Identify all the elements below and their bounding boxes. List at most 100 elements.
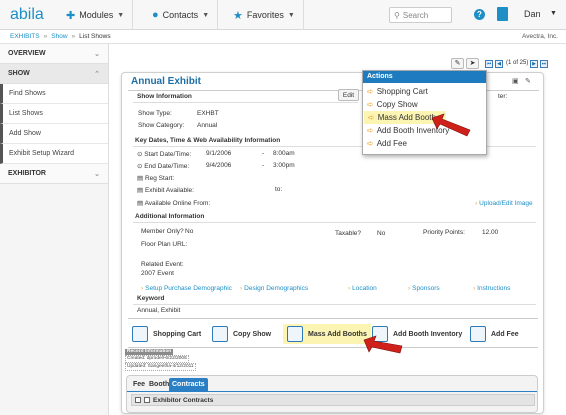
- prev-page-icon[interactable]: ◀: [495, 60, 503, 68]
- breadcrumb: EXHIBITS » Show » List Shows Avectra, In…: [0, 30, 566, 44]
- sidebar-group-label: OVERVIEW: [8, 50, 46, 57]
- mass-add-booths-button[interactable]: Mass Add Booths: [283, 324, 371, 344]
- menu-item-label: Copy Show: [376, 100, 418, 109]
- page-title: Annual Exhibit: [131, 76, 201, 87]
- shopping-cart-icon: [132, 326, 148, 342]
- sidebar-item-list-shows[interactable]: List Shows: [0, 104, 108, 124]
- modules-menu[interactable]: ✚ Modules ▼: [58, 0, 134, 30]
- sponsors-link[interactable]: › Sponsors: [408, 285, 440, 292]
- available-online-label: ▤ Available Online From:: [137, 199, 210, 207]
- breadcrumb-separator: »: [71, 33, 76, 40]
- chevron-down-icon[interactable]: ▼: [550, 10, 557, 17]
- menu-item-copy-show[interactable]: ➪ Copy Show: [363, 98, 486, 111]
- next-page-icon[interactable]: ▶: [530, 60, 538, 68]
- sidebar-item-exhibit-setup-wizard[interactable]: Exhibit Setup Wizard: [0, 144, 108, 164]
- chevron-down-icon: ▼: [117, 11, 125, 19]
- search-placeholder: Search: [402, 10, 429, 20]
- setup-purchase-demographic-link[interactable]: › Setup Purchase Demographic: [141, 285, 232, 292]
- shopping-cart-button[interactable]: Shopping Cart: [132, 324, 201, 344]
- reg-start-label: ▤ Reg Start:: [137, 174, 174, 182]
- record-created: Created: dprodell-6/22/2006: [125, 355, 189, 363]
- top-bar: abila ✚ Modules ▼ ● Contacts ▼ ★ Favorit…: [0, 0, 566, 30]
- section-key-dates: Key Dates, Time & Web Availability Infor…: [135, 137, 281, 144]
- wrench-icon[interactable]: ✎: [525, 77, 531, 85]
- end-date-value: 9/4/2006: [206, 162, 232, 169]
- action-label: Shopping Cart: [153, 330, 202, 338]
- calendar-icon: ▤: [137, 175, 145, 182]
- search-input[interactable]: ⚲ Search: [389, 7, 452, 23]
- link-text: Design Demographics: [244, 285, 309, 292]
- copy-show-button[interactable]: Copy Show: [212, 324, 271, 344]
- sidebar-group-show[interactable]: SHOW ⌃: [0, 64, 108, 84]
- location-link[interactable]: › Location: [348, 285, 377, 292]
- date-dash: -: [262, 162, 265, 169]
- last-page-icon[interactable]: ⏭: [540, 60, 548, 68]
- member-only-value: No: [185, 228, 194, 235]
- upload-image-link[interactable]: › Upload/Edit Image: [475, 200, 533, 207]
- divider: [127, 391, 537, 392]
- to-label: to:: [275, 186, 283, 193]
- arrow-right-icon: ›: [473, 285, 476, 292]
- link-text: Sponsors: [412, 285, 440, 292]
- help-icon[interactable]: ?: [474, 9, 485, 20]
- sidebar-group-label: SHOW: [8, 70, 30, 77]
- section-show-information: Show Information: [137, 93, 192, 100]
- breadcrumb-exhibits[interactable]: EXHIBITS: [10, 33, 40, 40]
- breadcrumb-separator: »: [43, 33, 48, 40]
- section-additional-information: Additional Information: [135, 213, 205, 220]
- edit-pencil-icon[interactable]: ✎: [451, 58, 464, 69]
- sidebar-item-find-shows[interactable]: Find Shows: [0, 84, 108, 104]
- arrow-right-icon: ➪: [367, 87, 374, 96]
- add-fee-button[interactable]: Add Fee: [470, 324, 519, 344]
- design-demographics-link[interactable]: › Design Demographics: [240, 285, 308, 292]
- arrow-right-icon: ➪: [367, 126, 374, 135]
- related-event-value: 2007 Event: [141, 270, 174, 277]
- instructions-link[interactable]: › Instructions: [473, 285, 510, 292]
- first-page-icon[interactable]: ⏮: [485, 60, 493, 68]
- modules-label: Modules: [79, 10, 114, 20]
- star-icon: ★: [233, 9, 243, 22]
- checkbox-icon[interactable]: [144, 397, 150, 403]
- breadcrumb-show[interactable]: Show: [51, 33, 67, 40]
- exhibitor-contracts-header[interactable]: Exhibitor Contracts: [131, 394, 535, 406]
- contacts-menu[interactable]: ● Contacts ▼: [144, 0, 219, 30]
- arrow-right-icon: ➪: [368, 113, 375, 122]
- priority-points-label: Priority Points:: [423, 229, 465, 236]
- puzzle-icon: ✚: [66, 9, 76, 22]
- chevron-down-icon: ▼: [202, 11, 210, 19]
- divider: [133, 102, 358, 103]
- booths-icon: [287, 326, 303, 342]
- priority-points-value: 12.00: [482, 229, 499, 236]
- tab-contracts[interactable]: Contracts: [169, 378, 208, 391]
- person-icon: ●: [152, 9, 159, 21]
- search-icon: ⚲: [394, 10, 400, 20]
- divider: [133, 222, 536, 223]
- menu-item-shopping-cart[interactable]: ➪ Shopping Cart: [363, 85, 486, 98]
- floor-plan-label: Floor Plan URL:: [141, 241, 188, 248]
- fee-icon: [470, 326, 486, 342]
- start-date-value: 9/1/2006: [206, 150, 232, 157]
- calendar-icon: ▤: [137, 200, 145, 207]
- expand-icon[interactable]: [135, 397, 141, 403]
- app-logo[interactable]: abila: [10, 6, 44, 24]
- user-name[interactable]: Dan: [524, 9, 541, 19]
- link-text: Location: [352, 285, 377, 292]
- upload-image-link-text: Upload/Edit Image: [479, 200, 533, 207]
- menu-item-add-fee[interactable]: ➪ Add Fee: [363, 137, 486, 150]
- show-type-label: Show Type:: [138, 110, 172, 117]
- show-category-label: Show Category:: [138, 122, 185, 129]
- layout-icon[interactable]: ▣: [512, 77, 519, 85]
- child-tabs-panel: Fee Booth Contracts Exhibitor Contracts: [126, 375, 538, 413]
- sidebar-item-add-show[interactable]: Add Show: [0, 124, 108, 144]
- sidebar-group-overview[interactable]: OVERVIEW ⌄: [0, 44, 108, 64]
- start-date-label: ⊙ Start Date/Time:: [137, 150, 191, 158]
- exhibit-available-label: ▤ Exhibit Available:: [137, 186, 194, 194]
- record-information: Record Information Created: dprodell-6/2…: [125, 349, 196, 371]
- sidebar-group-exhibitor[interactable]: EXHIBITOR ⌄: [0, 164, 108, 184]
- edit-button[interactable]: Edit: [338, 89, 359, 101]
- cursor-icon[interactable]: ➤: [466, 58, 479, 69]
- menu-item-label: Mass Add Booth: [377, 113, 436, 122]
- action-bar: Shopping Cart Copy Show Mass Add Booths …: [128, 318, 538, 348]
- user-card-icon[interactable]: [497, 7, 508, 21]
- favorites-menu[interactable]: ★ Favorites ▼: [225, 0, 304, 30]
